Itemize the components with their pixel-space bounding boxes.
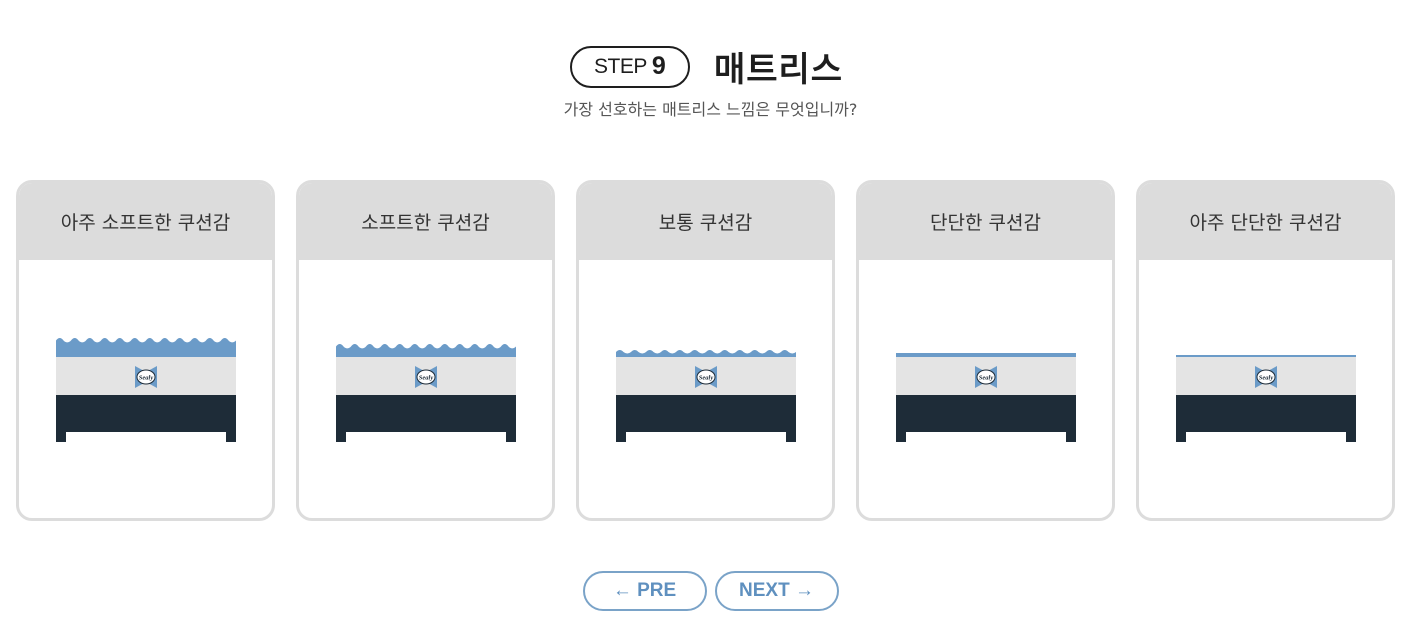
bed-legs [616, 432, 796, 442]
bed-legs [336, 432, 516, 442]
sealy-logo-text: Sealy [979, 375, 994, 382]
step-label: STEP [594, 54, 647, 78]
prev-button[interactable]: ← PRE [582, 571, 707, 611]
bed-legs [56, 432, 236, 442]
option-label: 보통 쿠션감 [579, 183, 832, 260]
option-label: 소프트한 쿠션감 [299, 183, 552, 260]
bed-legs [896, 432, 1076, 442]
mattress-step-page: STEP 9 매트리스 가장 선호하는 매트리스 느낌은 무엇입니까? 아주 소… [0, 0, 1421, 640]
next-button[interactable]: NEXT → [714, 571, 839, 611]
mattress-bed-icon: Sealy [336, 344, 516, 442]
step-badge: STEP 9 [569, 45, 690, 88]
page-title: 매트리스 [713, 50, 844, 90]
option-illustration: Sealy [1139, 260, 1392, 518]
bed-base [336, 395, 516, 432]
option-label: 단단한 쿠션감 [859, 183, 1112, 260]
mattress-topper [1176, 355, 1356, 357]
option-label: 아주 단단한 쿠션감 [1139, 183, 1392, 260]
sealy-logo-text: Sealy [139, 375, 154, 382]
option-illustration: Sealy [579, 260, 832, 518]
option-card-firm[interactable]: 단단한 쿠션감 Sealy [856, 180, 1115, 521]
mattress-topper [56, 338, 236, 357]
sealy-logo-text: Sealy [1259, 375, 1274, 382]
step-number: 9 [651, 52, 666, 80]
option-label: 아주 소프트한 쿠션감 [19, 183, 272, 260]
option-card-soft[interactable]: 소프트한 쿠션감 Sealy [296, 180, 555, 521]
mattress-topper [336, 344, 516, 357]
sealy-logo-text: Sealy [419, 375, 434, 382]
bed-base [896, 395, 1076, 432]
bed-base [616, 395, 796, 432]
question-subtitle: 가장 선호하는 매트리스 느낌은 무엇입니까? [563, 100, 858, 119]
bed-base [56, 395, 236, 432]
mattress-topper [616, 350, 796, 357]
option-illustration: Sealy [859, 260, 1112, 518]
option-card-very-firm[interactable]: 아주 단단한 쿠션감 Sealy [1136, 180, 1395, 521]
option-card-very-soft[interactable]: 아주 소프트한 쿠션감 Sealy [16, 180, 275, 521]
bed-base [1176, 395, 1356, 432]
cushion-options: 아주 소프트한 쿠션감 Sealy 소프트한 쿠션감 Sealy 보통 쿠션감 … [16, 180, 1396, 521]
step-navigation: ← PRE NEXT → [0, 571, 1421, 611]
sealy-logo-text: Sealy [699, 375, 714, 382]
option-card-medium[interactable]: 보통 쿠션감 Sealy [576, 180, 835, 521]
bed-legs [1176, 432, 1356, 442]
mattress-bed-icon: Sealy [896, 353, 1076, 442]
step-heading: STEP 9 매트리스 [0, 42, 1421, 91]
option-illustration: Sealy [19, 260, 272, 518]
option-illustration: Sealy [299, 260, 552, 518]
mattress-topper [896, 353, 1076, 357]
mattress-bed-icon: Sealy [1176, 355, 1356, 442]
mattress-bed-icon: Sealy [56, 338, 236, 442]
mattress-bed-icon: Sealy [616, 350, 796, 442]
